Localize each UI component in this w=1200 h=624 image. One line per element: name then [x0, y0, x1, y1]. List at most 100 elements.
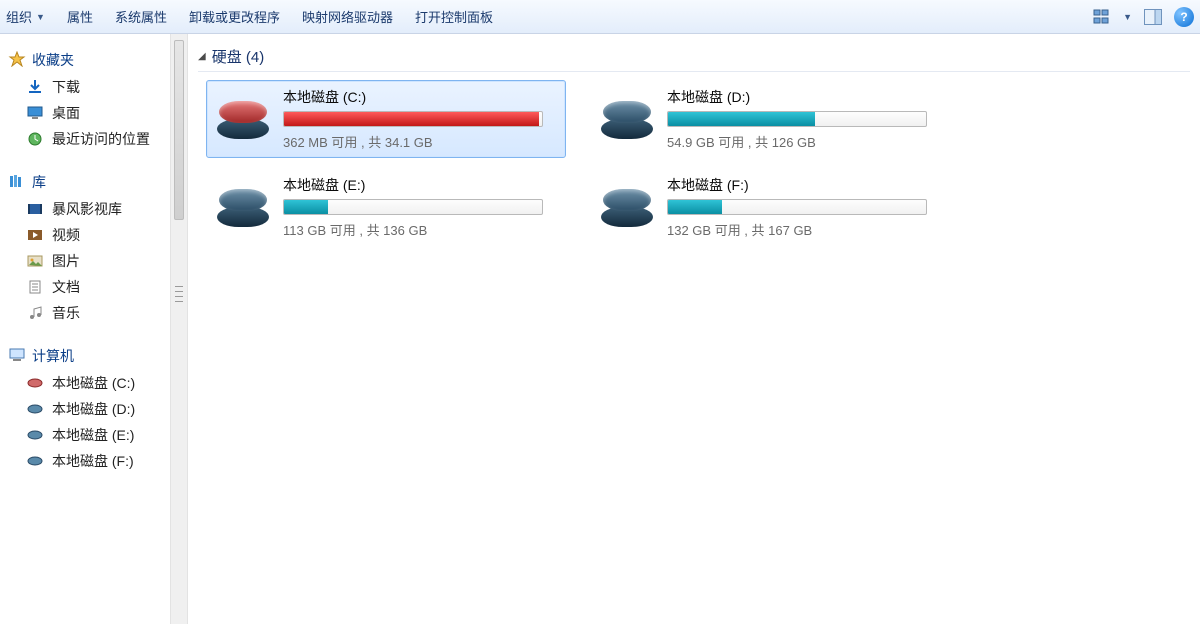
sidebar-item-label: 视频 — [52, 225, 80, 245]
view-options-icon[interactable] — [1091, 7, 1113, 27]
video-library-icon — [26, 201, 44, 217]
map-drive-button[interactable]: 映射网络驱动器 — [302, 7, 393, 26]
sidebar-item-label: 下载 — [52, 77, 80, 97]
splitter-handle[interactable] — [175, 284, 183, 304]
section-rule — [198, 71, 1190, 72]
drive-name: 本地磁盘 (F:) — [667, 175, 941, 195]
sidebar-item-drive-f[interactable]: 本地磁盘 (F:) — [8, 448, 166, 474]
drive-stat: 362 MB 可用 , 共 34.1 GB — [283, 132, 557, 151]
sidebar-item-documents[interactable]: 文档 — [8, 274, 166, 300]
drive-icon — [26, 375, 44, 391]
section-title: 硬盘 (4) — [212, 46, 265, 67]
chevron-down-icon: ▼ — [36, 12, 45, 22]
open-control-panel-label: 打开控制面板 — [415, 7, 493, 26]
sidebar-item-label: 本地磁盘 (C:) — [52, 373, 135, 393]
capacity-fill — [284, 112, 539, 126]
video-icon — [26, 227, 44, 243]
recent-icon — [26, 131, 44, 147]
sidebar-item-downloads[interactable]: 下载 — [8, 74, 166, 100]
drive-name: 本地磁盘 (D:) — [667, 87, 941, 107]
system-properties-label: 系统属性 — [115, 7, 167, 26]
music-icon — [26, 305, 44, 321]
sidebar-item-label: 最近访问的位置 — [52, 129, 150, 149]
organize-button[interactable]: 组织 ▼ — [6, 7, 45, 26]
properties-label: 属性 — [67, 7, 93, 26]
sidebar-item-drive-e[interactable]: 本地磁盘 (E:) — [8, 422, 166, 448]
sidebar-item-label: 音乐 — [52, 303, 80, 323]
favorites-group[interactable]: 收藏夹 — [8, 50, 166, 70]
computer-title: 计算机 — [32, 346, 74, 366]
capacity-bar — [667, 111, 927, 127]
drive-d[interactable]: 本地磁盘 (D:) 54.9 GB 可用 , 共 126 GB — [590, 80, 950, 158]
hdd-icon — [215, 95, 273, 143]
sidebar-item-label: 文档 — [52, 277, 80, 297]
sidebar-item-videos[interactable]: 视频 — [8, 222, 166, 248]
sidebar-item-drive-c[interactable]: 本地磁盘 (C:) — [8, 370, 166, 396]
libraries-title: 库 — [32, 172, 46, 192]
drive-stat: 132 GB 可用 , 共 167 GB — [667, 220, 941, 239]
favorites-title: 收藏夹 — [32, 50, 74, 70]
drives-grid: 本地磁盘 (C:) 362 MB 可用 , 共 34.1 GB 本地磁盘 (D:… — [206, 80, 1190, 246]
scrollbar-thumb[interactable] — [174, 40, 184, 220]
libraries-group[interactable]: 库 — [8, 172, 166, 192]
toolbar-left: 组织 ▼ 属性 系统属性 卸载或更改程序 映射网络驱动器 打开控制面板 — [6, 7, 493, 26]
library-icon — [8, 173, 26, 192]
drive-info: 本地磁盘 (D:) 54.9 GB 可用 , 共 126 GB — [667, 87, 941, 151]
picture-icon — [26, 253, 44, 269]
document-icon — [26, 279, 44, 295]
preview-pane-icon[interactable] — [1142, 7, 1164, 27]
properties-button[interactable]: 属性 — [67, 7, 93, 26]
drive-icon — [26, 401, 44, 417]
sidebar-item-label: 本地磁盘 (E:) — [52, 425, 134, 445]
hdd-icon — [215, 183, 273, 231]
uninstall-change-label: 卸载或更改程序 — [189, 7, 280, 26]
body: 收藏夹 下载 桌面 最近访问的位置 库 暴风影视库 视频 图片 — [0, 34, 1200, 624]
capacity-bar — [283, 111, 543, 127]
sidebar-item-recent[interactable]: 最近访问的位置 — [8, 126, 166, 152]
sidebar-scrollbar[interactable] — [170, 34, 188, 624]
drive-info: 本地磁盘 (E:) 113 GB 可用 , 共 136 GB — [283, 175, 557, 239]
sidebar-item-label: 暴风影视库 — [52, 199, 122, 219]
drive-icon — [26, 427, 44, 443]
download-icon — [26, 79, 44, 95]
sidebar-item-drive-d[interactable]: 本地磁盘 (D:) — [8, 396, 166, 422]
drive-name: 本地磁盘 (E:) — [283, 175, 557, 195]
sidebar-item-desktop[interactable]: 桌面 — [8, 100, 166, 126]
computer-group[interactable]: 计算机 — [8, 346, 166, 366]
sidebar-item-label: 桌面 — [52, 103, 80, 123]
organize-label: 组织 — [6, 7, 32, 26]
sidebar-item-pictures[interactable]: 图片 — [8, 248, 166, 274]
hdd-icon — [599, 95, 657, 143]
open-control-panel-button[interactable]: 打开控制面板 — [415, 7, 493, 26]
main-pane: ◢ 硬盘 (4) 本地磁盘 (C:) 362 MB 可用 , 共 34.1 GB… — [188, 34, 1200, 624]
drive-name: 本地磁盘 (C:) — [283, 87, 557, 107]
capacity-fill — [284, 200, 328, 214]
sidebar-item-label: 本地磁盘 (D:) — [52, 399, 135, 419]
map-drive-label: 映射网络驱动器 — [302, 7, 393, 26]
drive-info: 本地磁盘 (F:) 132 GB 可用 , 共 167 GB — [667, 175, 941, 239]
desktop-icon — [26, 105, 44, 121]
collapse-triangle-icon[interactable]: ◢ — [198, 51, 206, 62]
uninstall-change-button[interactable]: 卸载或更改程序 — [189, 7, 280, 26]
sidebar-item-label: 本地磁盘 (F:) — [52, 451, 134, 471]
help-icon[interactable]: ? — [1174, 7, 1194, 27]
capacity-fill — [668, 112, 815, 126]
sidebar-item-music[interactable]: 音乐 — [8, 300, 166, 326]
sidebar-item-baofeng[interactable]: 暴风影视库 — [8, 196, 166, 222]
capacity-fill — [668, 200, 722, 214]
drive-e[interactable]: 本地磁盘 (E:) 113 GB 可用 , 共 136 GB — [206, 168, 566, 246]
drive-icon — [26, 453, 44, 469]
drive-c[interactable]: 本地磁盘 (C:) 362 MB 可用 , 共 34.1 GB — [206, 80, 566, 158]
capacity-bar — [667, 199, 927, 215]
system-properties-button[interactable]: 系统属性 — [115, 7, 167, 26]
star-icon — [8, 51, 26, 70]
section-header[interactable]: ◢ 硬盘 (4) — [198, 46, 1190, 67]
drive-stat: 54.9 GB 可用 , 共 126 GB — [667, 132, 941, 151]
computer-icon — [8, 347, 26, 366]
sidebar-item-label: 图片 — [52, 251, 80, 271]
drive-f[interactable]: 本地磁盘 (F:) 132 GB 可用 , 共 167 GB — [590, 168, 950, 246]
chevron-down-icon[interactable]: ▼ — [1123, 12, 1132, 22]
drive-stat: 113 GB 可用 , 共 136 GB — [283, 220, 557, 239]
hdd-icon — [599, 183, 657, 231]
toolbar-right: ▼ ? — [1091, 7, 1194, 27]
